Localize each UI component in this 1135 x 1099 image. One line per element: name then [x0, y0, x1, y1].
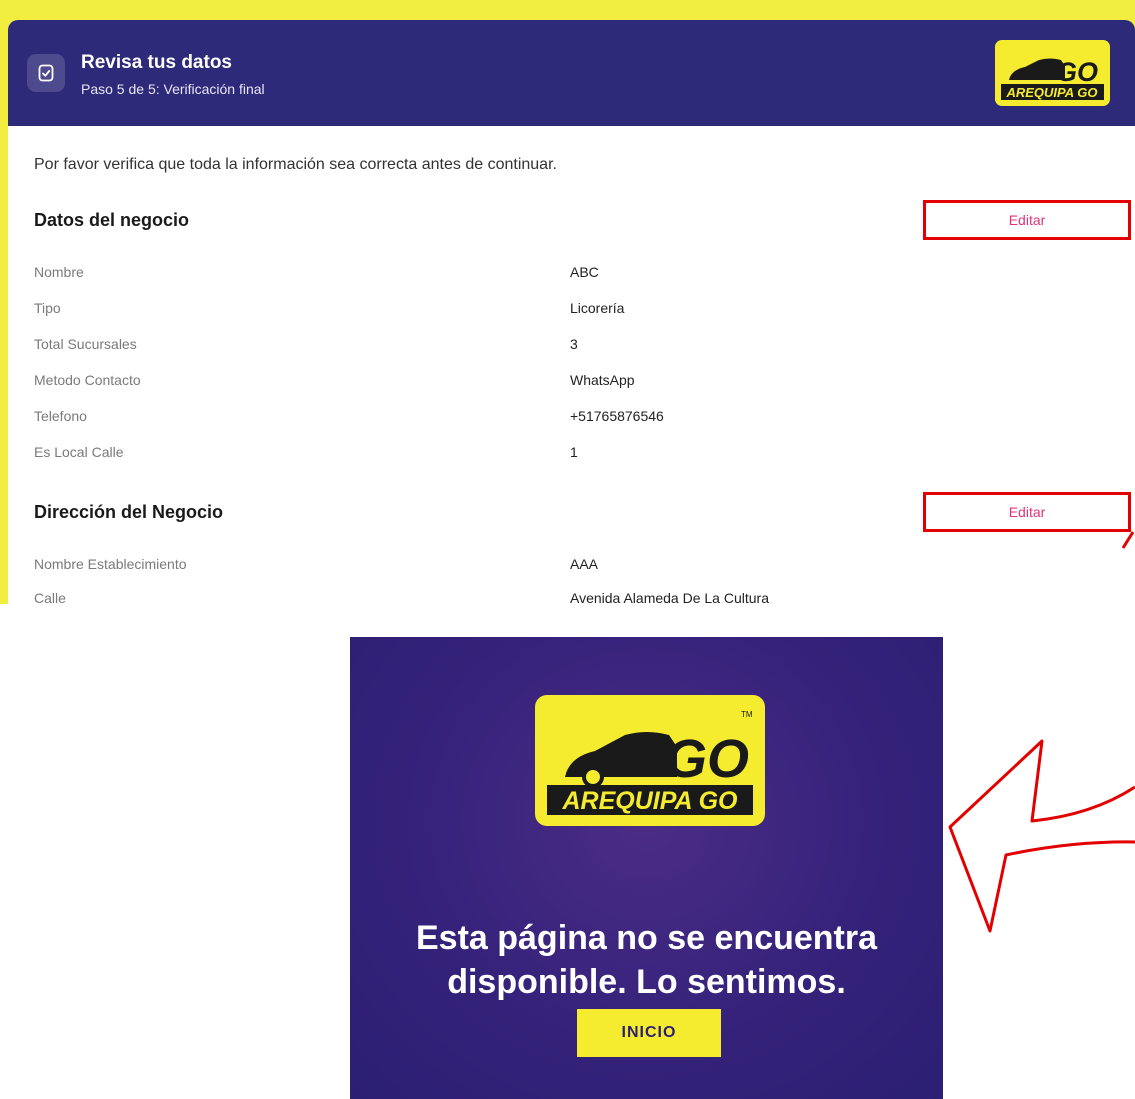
svg-text:GO: GO [665, 729, 749, 789]
svg-text:AREQUIPA GO: AREQUIPA GO [561, 787, 738, 815]
annotation-arrow [948, 739, 1135, 933]
field-label: Es Local Calle [34, 444, 124, 460]
edit-address-button[interactable]: Editar [923, 492, 1131, 532]
svg-text:TM: TM [741, 710, 753, 719]
error-message-line1: Esta página no se encuentra [415, 919, 878, 957]
svg-text:GO: GO [1056, 57, 1098, 87]
error-message: Esta página no se encuentra disponible. … [350, 916, 943, 1004]
intro-text: Por favor verifica que toda la informaci… [34, 156, 557, 173]
field-label: Nombre [34, 264, 84, 280]
annotation-arrow-tip [1121, 531, 1135, 549]
review-card: Revisa tus datos Paso 5 de 5: Verificaci… [8, 20, 1135, 604]
clipped-row: Calle Avenida Alameda De La Cultura [8, 590, 1135, 604]
field-label: Metodo Contacto [34, 372, 141, 388]
field-value: 3 [570, 336, 578, 352]
card-header: Revisa tus datos Paso 5 de 5: Verificaci… [8, 20, 1135, 126]
field-value: Avenida Alameda De La Cultura [570, 590, 769, 604]
field-label: Tipo [34, 300, 61, 316]
arequipa-go-logo: GO AREQUIPA GO [995, 40, 1110, 106]
svg-text:AREQUIPA GO: AREQUIPA GO [1005, 85, 1097, 100]
edit-business-button[interactable]: Editar [923, 200, 1131, 240]
step-subtitle: Paso 5 de 5: Verificación final [81, 81, 265, 97]
field-value: AAA [570, 556, 599, 572]
field-label: Calle [34, 590, 66, 604]
field-value: ABC [570, 264, 599, 280]
section-title-business: Datos del negocio [34, 210, 190, 230]
field-value: 1 [570, 444, 578, 460]
field-value: +51765876546 [570, 408, 664, 424]
document-check-icon [27, 54, 65, 92]
page-title: Revisa tus datos [81, 52, 232, 73]
section-title-address: Dirección del Negocio [34, 502, 224, 522]
field-label: Telefono [34, 408, 87, 424]
field-value: WhatsApp [570, 372, 635, 388]
field-label: Nombre Establecimiento [34, 556, 187, 572]
error-panel: GO TM AREQUIPA GO Esta página no se encu… [350, 637, 943, 1099]
inicio-button[interactable]: INICIO [577, 1009, 721, 1057]
arequipa-go-logo: GO TM AREQUIPA GO [535, 695, 765, 826]
field-label: Total Sucursales [34, 336, 137, 352]
error-message-line2: disponible. Lo sentimos. [447, 963, 846, 1001]
field-value: Licorería [570, 300, 625, 316]
